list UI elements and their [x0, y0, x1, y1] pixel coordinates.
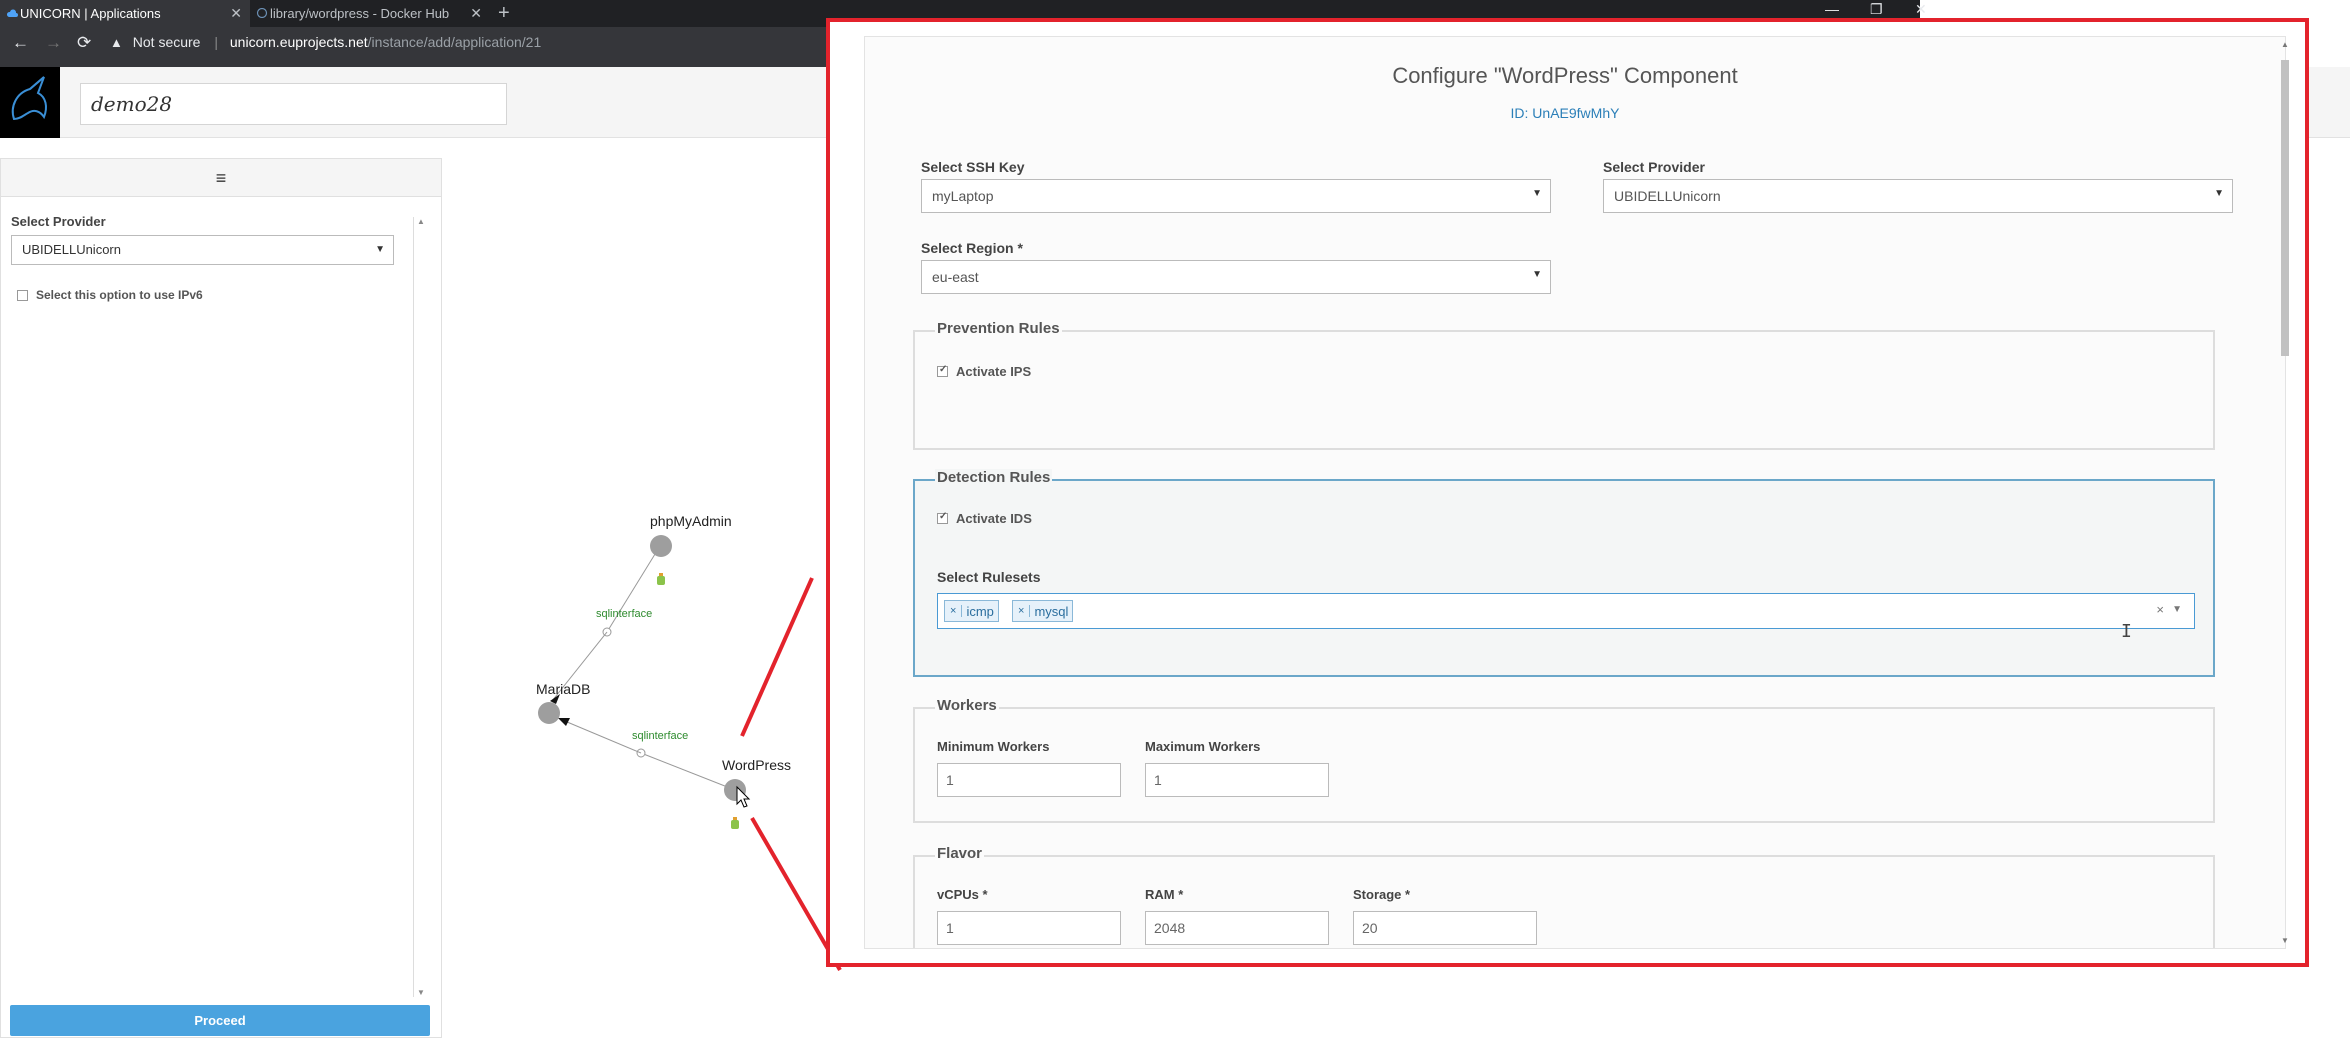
modal-provider-select[interactable]: UBIDELLUnicorn ▼ — [1603, 179, 2233, 213]
activate-ips-option[interactable]: Activate IPS — [937, 364, 1031, 379]
detection-rules-section: Detection Rules Activate IDS Select Rule… — [913, 469, 2215, 677]
region-value: eu-east — [932, 269, 979, 285]
max-workers-label: Maximum Workers — [1145, 739, 1261, 754]
prevention-rules-section: Prevention Rules Activate IPS — [913, 320, 2215, 450]
chevron-down-icon: ▼ — [1532, 188, 1542, 199]
flavor-section: Flavor vCPUs * 1 RAM * 2048 Storage * 20 — [913, 845, 2215, 948]
rulesets-label: Select Rulesets — [937, 569, 1041, 585]
ruleset-chip-label: mysql — [1034, 603, 1069, 619]
configure-component-modal: Configure "WordPress" Component ID: UnAE… — [864, 36, 2286, 949]
text-cursor-icon: I — [2121, 621, 2132, 642]
node-label-phpmyadmin: phpMyAdmin — [650, 513, 732, 529]
edge-label-sqlinterface: sqlinterface — [596, 608, 653, 620]
scrollbar-thumb[interactable] — [2281, 60, 2289, 356]
container-icon — [731, 817, 739, 829]
chevron-down-icon[interactable]: ▼ — [2172, 604, 2182, 615]
region-label: Select Region * — [921, 240, 1023, 256]
region-select[interactable]: eu-east ▼ — [921, 260, 1551, 294]
callout-connector-top — [740, 577, 814, 737]
activate-ids-checkbox[interactable] — [937, 511, 948, 524]
ram-input[interactable]: 2048 — [1145, 911, 1329, 945]
scroll-up-icon[interactable]: ▲ — [2281, 40, 2289, 49]
component-id: ID: UnAE9fwMhY — [1510, 105, 1620, 121]
scroll-down-icon[interactable]: ▼ — [2281, 936, 2289, 945]
ruleset-chip-label: icmp — [966, 603, 994, 619]
remove-chip-icon[interactable]: × — [1013, 605, 1031, 617]
max-workers-input[interactable]: 1 — [1145, 763, 1329, 797]
modal-provider-value: UBIDELLUnicorn — [1614, 188, 1721, 204]
screen: UNICORN | Applications ✕ library/wordpre… — [0, 0, 2350, 1038]
rulesets-multiselect[interactable]: × icmp × mysql × ▼ — [937, 593, 2195, 629]
remove-chip-icon[interactable]: × — [945, 605, 963, 617]
ssh-key-label: Select SSH Key — [921, 159, 1025, 175]
edge-wordpress-mariadb-b — [559, 718, 642, 754]
edge-label-sqlinterface: sqlinterface — [632, 730, 689, 742]
workers-legend: Workers — [935, 697, 999, 714]
ssh-key-select[interactable]: myLaptop ▼ — [921, 179, 1551, 213]
edge-wordpress-mariadb — [640, 752, 736, 791]
storage-label: Storage * — [1353, 887, 1411, 902]
container-icon — [657, 573, 665, 585]
activate-ips-label: Activate IPS — [956, 364, 1032, 379]
activate-ids-label: Activate IDS — [956, 511, 1032, 526]
ruleset-chip: × mysql — [1012, 600, 1074, 622]
node-label-mariadb: MariaDB — [536, 681, 591, 697]
detection-rules-legend: Detection Rules — [935, 469, 1053, 486]
min-workers-label: Minimum Workers — [937, 739, 1050, 754]
modal-provider-label: Select Provider — [1603, 159, 1705, 175]
node-mariadb[interactable] — [538, 702, 560, 724]
storage-input[interactable]: 20 — [1353, 911, 1537, 945]
modal-title: Configure "WordPress" Component — [1392, 63, 1738, 88]
prevention-rules-legend: Prevention Rules — [935, 320, 1062, 337]
node-phpmyadmin[interactable] — [650, 535, 672, 557]
ram-label: RAM * — [1145, 887, 1184, 902]
modal-scrollbar[interactable]: ▲ ▼ — [2278, 40, 2292, 945]
chevron-down-icon: ▼ — [1532, 269, 1542, 280]
ruleset-chip: × icmp — [944, 600, 999, 622]
chevron-down-icon: ▼ — [2214, 188, 2224, 199]
ssh-key-value: myLaptop — [932, 188, 994, 204]
vcpus-label: vCPUs * — [937, 887, 988, 902]
activate-ids-option[interactable]: Activate IDS — [937, 511, 1032, 526]
clear-all-icon[interactable]: × — [2156, 602, 2164, 617]
min-workers-input[interactable]: 1 — [937, 763, 1121, 797]
vcpus-input[interactable]: 1 — [937, 911, 1121, 945]
node-label-wordpress: WordPress — [722, 757, 791, 773]
activate-ips-checkbox[interactable] — [937, 364, 948, 377]
workers-section: Workers Minimum Workers 1 Maximum Worker… — [913, 697, 2215, 823]
flavor-legend: Flavor — [935, 845, 985, 862]
